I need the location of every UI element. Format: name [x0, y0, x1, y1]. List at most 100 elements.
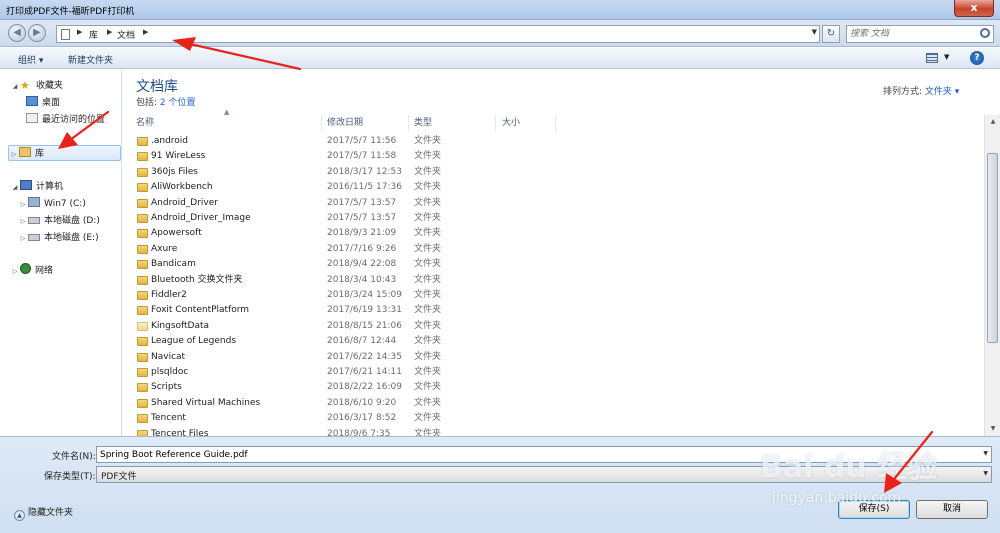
list-item[interactable]: League of Legends 2016/8/7 12:44 文件夹: [123, 334, 985, 349]
column-divider[interactable]: [555, 115, 556, 131]
refresh-button[interactable]: ↻: [822, 25, 840, 43]
watermark-logo: Bai du 经验: [760, 450, 938, 485]
chevron-down-icon[interactable]: ▼: [983, 450, 988, 457]
breadcrumb-libraries[interactable]: 库: [89, 28, 98, 41]
list-item[interactable]: KingsoftData 2018/8/15 21:06 文件夹: [123, 319, 985, 334]
expand-arrow-icon[interactable]: ▷: [18, 231, 28, 247]
folder-icon: [137, 229, 148, 239]
forward-button[interactable]: ▶: [28, 24, 46, 42]
list-item[interactable]: Scripts 2018/2/22 16:09 文件夹: [123, 380, 985, 395]
search-icon: [980, 28, 990, 38]
nav-network[interactable]: ▷ 网络: [10, 263, 53, 279]
search-input[interactable]: [850, 27, 976, 41]
nav-drive-c[interactable]: ▷ Win7 (C:): [18, 196, 86, 212]
scroll-up-icon[interactable]: ▲: [985, 115, 1000, 129]
vertical-scrollbar[interactable]: ▲ ▼: [984, 115, 1000, 436]
list-item[interactable]: Shared Virtual Machines 2018/6/10 9:20 文件夹: [123, 396, 985, 411]
close-button[interactable]: x: [954, 0, 994, 17]
folder-icon: [137, 306, 148, 316]
folder-icon: [137, 321, 148, 331]
collapse-arrow-icon[interactable]: ◢: [10, 180, 20, 196]
folder-icon: [137, 260, 148, 270]
filename-label: 文件名(N):: [52, 452, 96, 462]
list-item[interactable]: plsqldoc 2017/6/21 14:11 文件夹: [123, 365, 985, 380]
column-divider[interactable]: [495, 115, 496, 131]
list-item[interactable]: .android 2017/5/7 11:56 文件夹: [123, 134, 985, 149]
column-header-type[interactable]: 类型: [414, 115, 432, 131]
expand-arrow-icon[interactable]: ▷: [10, 264, 20, 280]
folder-icon: [137, 337, 148, 347]
folder-icon: [137, 183, 148, 193]
address-bar[interactable]: ▶ 库 ▶ 文档 ▶ ▼: [56, 25, 820, 43]
recent-places-icon: [26, 113, 38, 123]
list-item[interactable]: Tencent 2016/3/17 8:52 文件夹: [123, 411, 985, 426]
breadcrumb-separator-icon[interactable]: ▶: [77, 28, 82, 36]
list-item[interactable]: 91 WireLess 2017/5/7 11:58 文件夹: [123, 149, 985, 164]
help-icon[interactable]: ?: [970, 51, 984, 65]
library-title: 文档库: [136, 79, 178, 95]
search-box[interactable]: [846, 25, 994, 43]
window-title: 打印成PDF文件-福昕PDF打印机: [6, 7, 135, 17]
column-divider[interactable]: [321, 115, 322, 131]
breadcrumb-separator-icon[interactable]: ▶: [143, 28, 148, 36]
new-folder-button[interactable]: 新建文件夹: [68, 53, 113, 66]
arrange-by-dropdown[interactable]: 文件夹 ▾: [925, 87, 959, 97]
nav-favorites[interactable]: ◢ ★ 收藏夹: [10, 78, 63, 94]
scrollbar-thumb[interactable]: [987, 153, 998, 343]
list-item[interactable]: Bluetooth 交换文件夹 2018/3/4 10:43 文件夹: [123, 273, 985, 288]
nav-computer[interactable]: ◢ 计算机: [10, 179, 63, 195]
folder-icon: [137, 152, 148, 162]
library-icon: [19, 147, 31, 157]
scroll-down-icon[interactable]: ▼: [985, 422, 1000, 436]
nav-desktop[interactable]: 桌面: [26, 95, 60, 111]
watermark: Bai du 经验 jingyan.baidu.com: [760, 442, 960, 512]
list-item[interactable]: AliWorkbench 2016/11/5 17:36 文件夹: [123, 180, 985, 195]
nav-drive-d[interactable]: ▷ 本地磁盘 (D:): [18, 213, 100, 229]
column-divider[interactable]: [408, 115, 409, 131]
view-dropdown-icon[interactable]: ▼: [944, 53, 949, 61]
expand-arrow-icon[interactable]: ▷: [18, 197, 28, 213]
column-header-size[interactable]: 大小: [502, 115, 520, 131]
column-header-name[interactable]: 名称: [136, 115, 154, 131]
list-item[interactable]: Navicat 2017/6/22 14:35 文件夹: [123, 350, 985, 365]
organize-button[interactable]: 组织 ▾: [18, 53, 43, 66]
folder-icon: [137, 383, 148, 393]
list-item[interactable]: Android_Driver_Image 2017/5/7 13:57 文件夹: [123, 211, 985, 226]
hide-folders-toggle[interactable]: ▲ 隐藏文件夹: [14, 505, 73, 521]
main-content: 文档库 包括: 2 个位置 排列方式: 文件夹 ▾ ▲ 名称 修改日期 类型 大…: [123, 70, 1000, 436]
file-list: .android 2017/5/7 11:56 文件夹 91 WireLess 201…: [123, 134, 985, 436]
nav-drive-e[interactable]: ▷ 本地磁盘 (E:): [18, 230, 99, 246]
collapse-arrow-icon[interactable]: ◢: [10, 79, 20, 95]
column-header-date[interactable]: 修改日期: [327, 115, 363, 131]
breadcrumb-separator-icon[interactable]: ▶: [107, 28, 112, 36]
folder-icon: [137, 244, 148, 254]
folder-icon: [137, 398, 148, 408]
toolbar: 组织 ▾ 新建文件夹 ▼ ?: [0, 48, 1000, 69]
list-item[interactable]: Apowersoft 2018/9/3 21:09 文件夹: [123, 226, 985, 241]
hard-drive-icon: [28, 234, 40, 241]
list-item[interactable]: Tencent Files 2018/9/6 7:35 文件夹: [123, 427, 985, 436]
nav-recent-places[interactable]: 最近访问的位置: [26, 112, 105, 128]
list-item[interactable]: Fiddler2 2018/3/24 15:09 文件夹: [123, 288, 985, 303]
breadcrumb-documents[interactable]: 文档: [117, 28, 135, 41]
list-item[interactable]: Axure 2017/7/16 9:26 文件夹: [123, 242, 985, 257]
list-item[interactable]: Android_Driver 2017/5/7 13:57 文件夹: [123, 196, 985, 211]
folder-icon: [137, 368, 148, 377]
chevron-down-icon[interactable]: ▼: [983, 470, 988, 477]
chevron-up-icon: ▲: [14, 510, 25, 521]
folder-icon: [137, 198, 148, 208]
network-icon: [20, 263, 31, 274]
includes-locations-link[interactable]: 2 个位置: [160, 98, 196, 108]
expand-arrow-icon[interactable]: ▷: [9, 147, 19, 163]
back-button[interactable]: ◀: [8, 24, 26, 42]
list-item[interactable]: Bandicam 2018/9/4 22:08 文件夹: [123, 257, 985, 272]
title-bar: 打印成PDF文件-福昕PDF打印机 x: [0, 0, 1000, 20]
list-item[interactable]: 360js Files 2018/3/17 12:53 文件夹: [123, 165, 985, 180]
expand-arrow-icon[interactable]: ▷: [18, 214, 28, 230]
address-dropdown-icon[interactable]: ▼: [812, 28, 817, 36]
view-options-icon[interactable]: [926, 53, 938, 63]
list-item[interactable]: Foxit ContentPlatform 2017/6/19 13:31 文件夹: [123, 303, 985, 318]
folder-icon: [137, 352, 148, 362]
sort-ascending-icon: ▲: [224, 108, 230, 116]
nav-libraries[interactable]: ▷ 库: [8, 145, 121, 161]
